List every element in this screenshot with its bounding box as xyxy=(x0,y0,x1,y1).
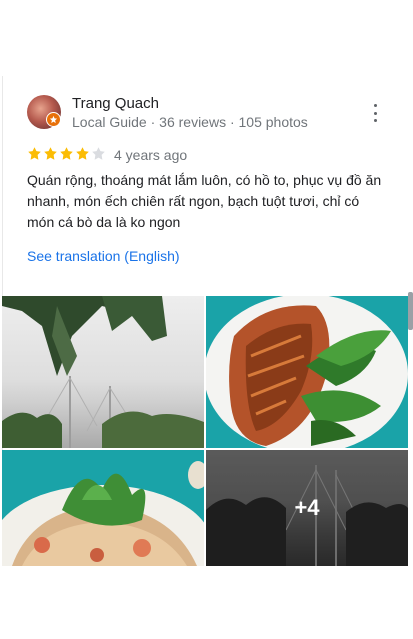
star-icon xyxy=(44,147,57,160)
review-time: 4 years ago xyxy=(114,147,188,163)
review-photo-3[interactable] xyxy=(2,450,204,566)
photo-2-image xyxy=(206,296,408,448)
author-meta: Local Guide · 36 reviews · 105 photos xyxy=(72,114,308,130)
star-icon xyxy=(28,147,41,160)
scrollbar-thumb[interactable] xyxy=(408,292,413,330)
local-guide-badge-icon xyxy=(46,112,61,127)
review-photo-2[interactable] xyxy=(206,296,408,448)
photo-3-image xyxy=(2,461,204,566)
star-icon xyxy=(76,147,89,160)
review-text: Quán rộng, thoáng mát lắm luôn, có hồ to… xyxy=(27,172,382,230)
more-options-icon[interactable] xyxy=(369,104,381,122)
more-photos-tile[interactable]: +4 xyxy=(206,450,408,566)
see-translation-link[interactable]: See translation (English) xyxy=(27,248,180,264)
more-photos-count: +4 xyxy=(294,495,320,520)
avatar[interactable] xyxy=(27,95,61,129)
photo-1-image xyxy=(2,296,204,448)
star-icon xyxy=(92,147,105,160)
author-name[interactable]: Trang Quach xyxy=(72,95,159,112)
star-icon xyxy=(60,147,73,160)
review-photo-1[interactable] xyxy=(2,296,204,448)
star-rating xyxy=(27,146,106,161)
